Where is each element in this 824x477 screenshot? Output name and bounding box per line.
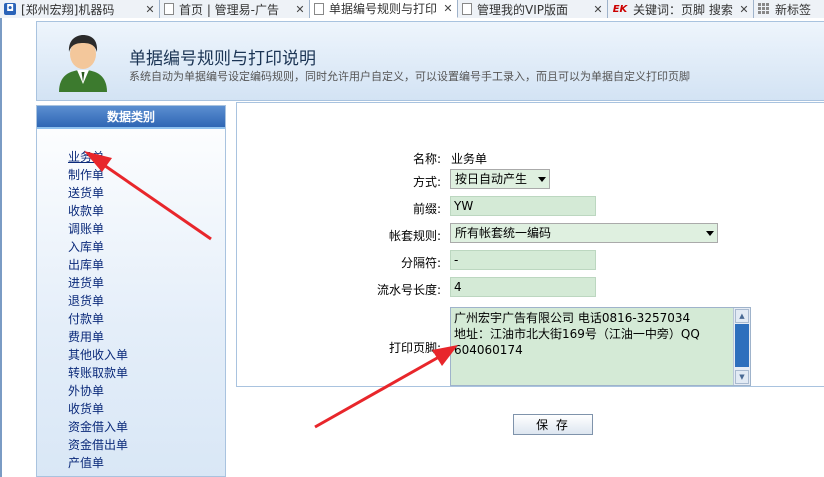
- scroll-up-icon[interactable]: ▲: [735, 309, 749, 323]
- sidebar-item-link[interactable]: 转账取款单: [68, 366, 128, 380]
- sidebar-item[interactable]: 产值单: [68, 454, 225, 472]
- sidebar-item[interactable]: 送货单: [68, 184, 225, 202]
- user-avatar-icon: [59, 35, 107, 92]
- browser-tab-4[interactable]: 管理我的VIP版面 ✕: [458, 0, 608, 18]
- tab-label: 首页 | 管理易-广告: [179, 2, 280, 17]
- sidebar-item-link[interactable]: 产值单: [68, 456, 104, 470]
- ledger-rule-select[interactable]: 所有帐套统一编码: [450, 223, 718, 243]
- prefix-input[interactable]: YW: [450, 196, 596, 216]
- browser-tab-5[interactable]: EK 关键词：页脚 搜索 ✕: [608, 0, 754, 18]
- sidebar-item-link[interactable]: 入库单: [68, 240, 104, 254]
- browser-tab-1[interactable]: ◘ [郑州宏翔]机器码 ✕: [0, 0, 160, 18]
- separator-label: 分隔符:: [400, 256, 441, 270]
- close-icon[interactable]: ✕: [442, 2, 454, 15]
- sidebar-item[interactable]: 调账单: [68, 220, 225, 238]
- app-icon: ◘: [4, 3, 16, 15]
- sidebar-item-link[interactable]: 收货单: [68, 402, 104, 416]
- chevron-down-icon: [706, 231, 714, 236]
- separator-input[interactable]: -: [450, 250, 596, 270]
- print-footer-textarea[interactable]: 广州宏宇广告有限公司 电话0816-3257034 地址：江油市北大街169号（…: [450, 307, 751, 386]
- sidebar-item[interactable]: 付款单: [68, 310, 225, 328]
- sidebar-item-link[interactable]: 资金借入单: [68, 420, 128, 434]
- tab-label: [郑州宏翔]机器码: [21, 2, 115, 17]
- save-button[interactable]: 保 存: [513, 414, 593, 435]
- name-label: 名称:: [412, 152, 441, 166]
- sidebar-item[interactable]: 业务单: [68, 148, 225, 166]
- sidebar-item-link[interactable]: 外协单: [68, 384, 104, 398]
- form-panel: 名称: 业务单 方式: 按日自动产生 前缀: YW 帐套规则: 所有帐套统一编码…: [236, 102, 824, 387]
- sidebar-item[interactable]: 费用单: [68, 328, 225, 346]
- sidebar-item[interactable]: 资金借出单: [68, 436, 225, 454]
- sidebar-item[interactable]: 其他收入单: [68, 346, 225, 364]
- sidebar-item[interactable]: 出库单: [68, 256, 225, 274]
- sidebar-title: 数据类别: [37, 106, 225, 129]
- textarea-scrollbar[interactable]: ▲ ▼: [733, 308, 750, 385]
- close-icon[interactable]: ✕: [592, 3, 604, 16]
- sidebar-item[interactable]: 入库单: [68, 238, 225, 256]
- tab-label: 关键词：页脚 搜索: [633, 2, 733, 17]
- sidebar-item[interactable]: 进货单: [68, 274, 225, 292]
- tab-label: 单据编号规则与打印: [329, 2, 438, 16]
- sidebar-item-link[interactable]: 制作单: [68, 168, 104, 182]
- browser-tab-6[interactable]: 新标签: [754, 0, 824, 18]
- chevron-down-icon: [538, 177, 546, 182]
- ledger-rule-select-value: 所有帐套统一编码: [455, 226, 552, 240]
- sidebar-item-link[interactable]: 收款单: [68, 204, 104, 218]
- print-footer-label: 打印页脚:: [388, 341, 441, 355]
- serial-length-label: 流水号长度:: [376, 283, 441, 297]
- close-icon[interactable]: ✕: [144, 3, 156, 16]
- sidebar-item-link[interactable]: 费用单: [68, 330, 104, 344]
- sidebar-list: 业务单制作单送货单收款单调账单入库单出库单进货单退货单付款单费用单其他收入单转账…: [37, 129, 225, 472]
- footer-line: 604060174: [454, 343, 523, 357]
- tab-label: 新标签: [775, 2, 812, 17]
- page-icon: [314, 2, 324, 15]
- page-title: 单据编号规则与打印说明: [129, 49, 316, 69]
- sidebar-item-link[interactable]: 出库单: [68, 258, 104, 272]
- page-subtitle: 系统自动为单据编号设定编码规则，同时允许用户自定义，可以设置编号手工录入，而且可…: [129, 70, 690, 83]
- sidebar-item[interactable]: 转账取款单: [68, 364, 225, 382]
- sidebar-item[interactable]: 制作单: [68, 166, 225, 184]
- sidebar-item[interactable]: 资金借入单: [68, 418, 225, 436]
- close-icon[interactable]: ✕: [738, 3, 750, 16]
- prefix-label: 前缀:: [412, 202, 441, 216]
- sidebar-item-link[interactable]: 业务单: [68, 150, 104, 164]
- scrollbar-thumb[interactable]: [735, 324, 749, 367]
- sidebar-item-link[interactable]: 送货单: [68, 186, 104, 200]
- sidebar-item[interactable]: 收款单: [68, 202, 225, 220]
- browser-tab-3[interactable]: 单据编号规则与打印 ✕: [310, 0, 458, 18]
- ek-icon: EK: [612, 3, 628, 15]
- page-header: 单据编号规则与打印说明 系统自动为单据编号设定编码规则，同时允许用户自定义，可以…: [36, 21, 824, 101]
- browser-tab-strip: ◘ [郑州宏翔]机器码 ✕ 首页 | 管理易-广告 ✕ 单据编号规则与打印 ✕ …: [0, 0, 824, 18]
- close-icon[interactable]: ✕: [294, 3, 306, 16]
- tab-label: 管理我的VIP版面: [477, 2, 568, 17]
- sidebar-item[interactable]: 退货单: [68, 292, 225, 310]
- sidebar-item[interactable]: 收货单: [68, 400, 225, 418]
- sidebar-item-link[interactable]: 付款单: [68, 312, 104, 326]
- scroll-down-icon[interactable]: ▼: [735, 370, 749, 384]
- sidebar: 数据类别 业务单制作单送货单收款单调账单入库单出库单进货单退货单付款单费用单其他…: [36, 105, 226, 477]
- name-value: 业务单: [451, 152, 488, 166]
- sidebar-item-link[interactable]: 退货单: [68, 294, 104, 308]
- method-select[interactable]: 按日自动产生: [450, 169, 550, 189]
- method-select-value: 按日自动产生: [455, 172, 528, 186]
- sidebar-item-link[interactable]: 资金借出单: [68, 438, 128, 452]
- ledger-rule-label: 帐套规则:: [388, 229, 441, 243]
- footer-line: 地址：江油市北大街169号（江油一中旁）QQ: [454, 327, 700, 341]
- serial-length-input[interactable]: 4: [450, 277, 596, 297]
- browser-tab-2[interactable]: 首页 | 管理易-广告 ✕: [160, 0, 310, 18]
- method-label: 方式:: [412, 175, 441, 189]
- page-icon: [164, 3, 174, 15]
- sidebar-item[interactable]: 外协单: [68, 382, 225, 400]
- page-icon: [462, 3, 472, 15]
- footer-line: 广州宏宇广告有限公司 电话0816-3257034: [454, 311, 691, 325]
- sidebar-item-link[interactable]: 进货单: [68, 276, 104, 290]
- grid-icon: [758, 3, 770, 15]
- sidebar-item-link[interactable]: 其他收入单: [68, 348, 128, 362]
- sidebar-item-link[interactable]: 调账单: [68, 222, 104, 236]
